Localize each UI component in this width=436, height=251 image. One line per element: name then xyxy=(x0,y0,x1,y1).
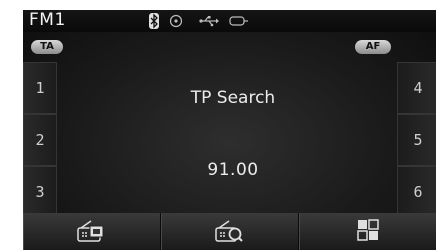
preset-6-button[interactable]: 6 xyxy=(397,166,436,218)
radio-list-button[interactable] xyxy=(23,213,161,250)
preset-3-button[interactable]: 3 xyxy=(23,166,57,218)
usb-icon xyxy=(199,15,219,27)
frequency-display: 91.00 xyxy=(207,160,259,180)
radio-scan-button[interactable] xyxy=(161,213,299,250)
ta-button[interactable]: TA xyxy=(31,40,63,54)
preset-1-button[interactable]: 1 xyxy=(23,62,57,114)
tp-search-status: TP Search xyxy=(190,88,276,108)
radio-list-icon xyxy=(77,218,107,246)
aux-icon xyxy=(229,16,249,26)
preset-4-button[interactable]: 4 xyxy=(397,62,436,114)
bluetooth-icon xyxy=(149,13,159,29)
preset-5-button[interactable]: 5 xyxy=(397,114,436,166)
status-bar: FM1 xyxy=(23,10,436,32)
af-button[interactable]: AF xyxy=(355,40,391,54)
menu-grid-button[interactable] xyxy=(299,213,436,250)
mode-title: FM1 xyxy=(29,10,66,30)
menu-grid-icon xyxy=(357,218,379,245)
preset-2-button[interactable]: 2 xyxy=(23,114,57,166)
disc-icon xyxy=(169,14,183,28)
radio-scan-icon xyxy=(215,218,245,246)
bottom-bar xyxy=(23,213,436,250)
radio-screen: FM1 TA AF 1 2 3 4 5 6 TP Search 91.00 xyxy=(23,10,436,250)
status-icons xyxy=(149,13,249,29)
